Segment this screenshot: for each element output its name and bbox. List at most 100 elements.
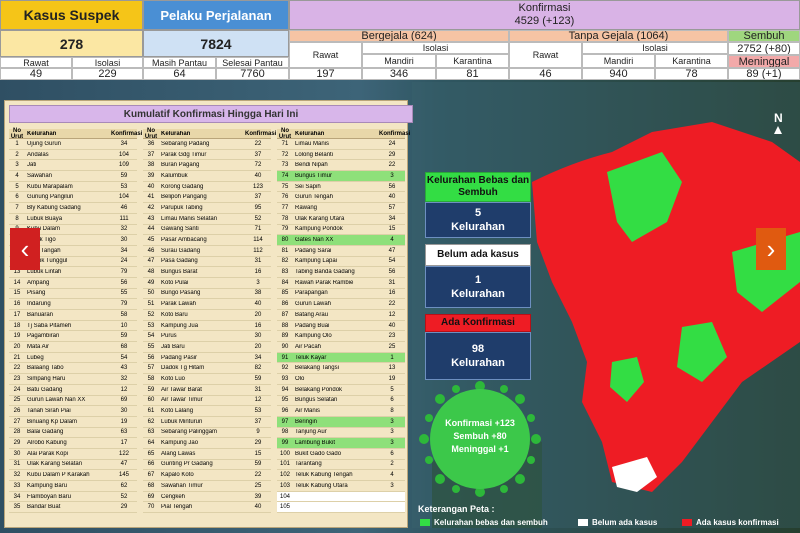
row-konfirmasi: 56 [120,279,128,286]
bebas-title: Kelurahan Bebas dan Sembuh [425,172,531,202]
table-row: 27 Binuang Kp Dalam 19 [9,417,137,428]
row-kelurahan: Belipoh Pangang [161,194,207,201]
row-kelurahan: Korong Gadang [161,183,204,190]
row-konfirmasi: 22 [254,140,262,147]
row-konfirmasi: 69 [120,397,128,404]
row-kelurahan: Gurun Tengah [295,194,333,201]
row-kelurahan: Kampung Baru [27,482,68,489]
prev-slide-button[interactable]: ‹ [10,228,40,270]
row-no: 39 [147,172,155,179]
row-konfirmasi: 19 [388,375,396,382]
belum-title: Belum ada kasus [425,244,531,266]
row-no: 63 [147,429,155,436]
legend-red-swatch [682,519,692,526]
row-konfirmasi: 32 [120,375,128,382]
table-row: 42 Parupuk Tabing 95 [143,203,271,214]
sembuh-label: Sembuh [728,30,800,42]
row-konfirmasi: 29 [120,504,128,511]
row-konfirmasi: 20 [254,311,262,318]
row-no: 79 [281,226,289,233]
table-row: 30 Alai Parak Kopi 122 [9,449,137,460]
row-no: 4 [15,172,19,179]
suspek-isolasi-label: Isolasi [72,57,143,68]
row-no: 19 [13,333,21,340]
row-kelurahan: Sei Sapih [295,183,321,190]
perjalanan-masih: 64 [143,68,216,80]
row-no: 15 [13,290,21,297]
row-kelurahan: Parak Gdg Timur [161,151,207,158]
row-kelurahan: Rawah Parak Rambie [295,279,354,286]
row-kelurahan: Pial Tengah [161,504,193,511]
row-kelurahan: Air Tawar Timur [161,397,203,404]
row-kelurahan: Ulak Karang Utara [295,215,345,222]
row-kelurahan: Andalas [27,151,49,158]
list-header-value: Konfirmasi [379,130,411,137]
row-konfirmasi: 52 [254,215,262,222]
row-kelurahan: Jati [27,162,37,169]
row-no: 8 [15,215,19,222]
row-konfirmasi: 22 [388,301,396,308]
row-konfirmasi: 46 [120,204,128,211]
table-row: 53 Kampung Jua 16 [143,321,271,332]
row-konfirmasi: 3 [390,418,394,425]
row-kelurahan: Belakang Pondok [295,386,343,393]
list-header-no: No Urut [278,127,292,140]
table-row: 83 Tabing Banda Gadang 56 [277,267,405,278]
row-kelurahan: Tarantang [295,461,322,468]
table-row: 104 [277,491,405,503]
list-header: No Urut Kelurahan Konfirmasi [143,128,276,140]
table-row: 37 Parak Gdg Timur 37 [143,150,271,161]
row-konfirmasi: 145 [118,472,129,479]
row-kelurahan: Purus [161,333,177,340]
legend-red: Ada kasus konfirmasi [682,518,779,527]
row-kelurahan: Tanah Sirah Piai [27,408,71,415]
table-row: 50 Bungo Pasang 38 [143,289,271,300]
row-no: 1 [15,140,19,147]
row-kelurahan: Gurun Lawah [295,301,332,308]
row-konfirmasi: 2 [390,461,394,468]
tanpa-gejala-mandiri-label: Mandiri [582,54,655,68]
row-konfirmasi: 12 [120,386,128,393]
row-konfirmasi: 31 [254,258,262,265]
legend-green-swatch [420,519,430,526]
row-kelurahan: Tanjung Aur [295,429,327,436]
row-no: 50 [147,290,155,297]
row-konfirmasi: 47 [388,247,396,254]
row-no: 14 [13,279,21,286]
row-kelurahan: Teluk Kayar [295,354,327,361]
table-row: 25 Gurun Lawah Nan XX 69 [9,396,137,407]
table-row: 81 Padang Sarai 47 [277,246,405,257]
list-header-name: Kelurahan [161,130,191,137]
list-header-no: No Urut [10,127,24,140]
legend-title: Keterangan Peta : [418,504,495,514]
table-row: 54 Purus 30 [143,331,271,343]
row-konfirmasi: 63 [120,429,128,436]
row-konfirmasi: 15 [388,226,396,233]
row-no: 31 [13,461,21,468]
row-no: 59 [147,386,155,393]
bebas-count: 5 [474,207,482,219]
table-row: 17 Banuaran 58 [9,310,137,321]
konfirmasi-header: Konfirmasi 4529 (+123) [289,0,800,30]
row-kelurahan: Bly Kabung Gadang [27,204,81,211]
row-kelurahan: Bukit Gado Gado [295,450,342,457]
table-row: 58 Koto Luo 59 [143,374,271,385]
row-kelurahan: Kampung Jao [161,440,199,447]
row-kelurahan: Pasar Ambacang [161,237,207,244]
row-kelurahan: Lubeg [27,354,44,361]
bergejala-title: Bergejala (624) [289,30,509,42]
row-konfirmasi: 29 [254,440,262,447]
row-no: 90 [281,343,289,350]
row-kelurahan: Padang Pasir [161,354,198,361]
table-row: 97 Beringin 3 [277,416,405,428]
row-no: 22 [13,365,21,372]
konfirmasi-count: 98 [471,343,485,355]
row-no: 42 [147,204,155,211]
row-no: 25 [13,397,21,404]
row-konfirmasi: 16 [254,269,262,276]
row-no: 75 [281,183,289,190]
row-konfirmasi: 56 [388,269,396,276]
row-no: 28 [13,429,21,436]
row-konfirmasi: 40 [254,172,262,179]
next-slide-button[interactable]: › [756,228,786,270]
